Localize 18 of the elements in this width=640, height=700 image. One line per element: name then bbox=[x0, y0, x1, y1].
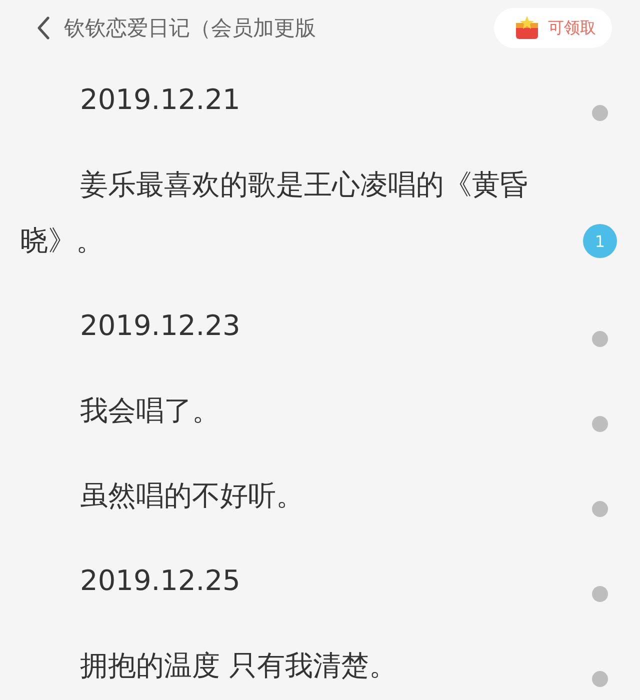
paragraph-text: 2019.12.21 bbox=[79, 82, 242, 118]
book-title: 钦钦恋爱日记（会员加更版 bbox=[64, 15, 317, 42]
comment-dot[interactable] bbox=[592, 105, 608, 121]
gift-box-icon bbox=[514, 15, 540, 41]
paragraph-text: 虽然唱的不好听。 bbox=[79, 478, 305, 514]
comment-dot[interactable] bbox=[592, 331, 608, 347]
paragraph-text: 2019.12.25 bbox=[79, 563, 242, 599]
paragraph-text: 姜乐最喜欢的歌是王心凌唱的《黄昏晓》。 bbox=[19, 167, 529, 259]
reward-button[interactable]: 可领取 bbox=[494, 8, 612, 48]
comment-count-badge[interactable]: 1 bbox=[583, 224, 617, 258]
comment-dot[interactable] bbox=[592, 671, 608, 687]
paragraph-text: 我会唱了。 bbox=[79, 393, 221, 429]
comment-dot[interactable] bbox=[592, 416, 608, 432]
paragraph-text: 2019.12.23 bbox=[79, 308, 242, 344]
comment-dot[interactable] bbox=[592, 501, 608, 517]
back-icon[interactable] bbox=[36, 16, 50, 40]
paragraph-text: 拥抱的温度 只有我清楚。 bbox=[79, 648, 398, 684]
comment-dot[interactable] bbox=[592, 586, 608, 602]
